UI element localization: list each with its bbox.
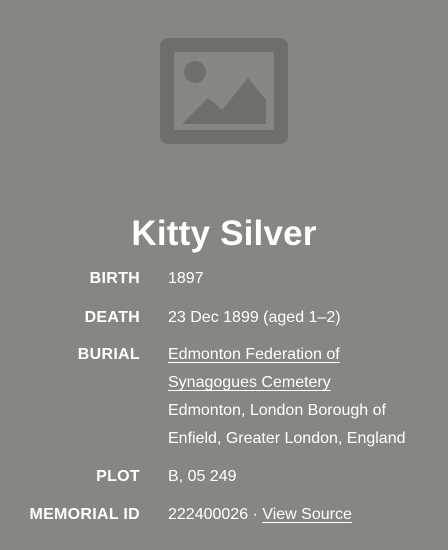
image-placeholder-icon[interactable] xyxy=(160,38,288,144)
burial-location-line1: Edmonton, London Borough of xyxy=(168,402,386,419)
memorial-id-value: 222400026 · View Source xyxy=(168,501,440,529)
burial-label: BURIAL xyxy=(77,346,140,363)
cemetery-link-line1[interactable]: Edmonton Federation of xyxy=(168,346,340,363)
plot-value: B, 05 249 xyxy=(168,468,237,485)
separator-dot: · xyxy=(252,506,258,523)
death-label: DEATH xyxy=(84,309,140,326)
memorial-id-number: 222400026 xyxy=(168,506,249,523)
burial-location-line2: Enfield, Greater London, England xyxy=(168,430,406,447)
cemetery-link-continued[interactable]: Synagogues Cemetery xyxy=(168,369,440,397)
cemetery-link-line2[interactable]: Synagogues Cemetery xyxy=(168,374,331,391)
birth-label: BIRTH xyxy=(89,270,140,287)
memorial-name: Kitty Silver xyxy=(131,214,317,253)
birth-value: 1897 xyxy=(168,270,204,287)
burial-value: Edmonton Federation of Synagogues Cemete… xyxy=(168,341,440,453)
cemetery-link[interactable]: Edmonton Federation of xyxy=(168,341,440,369)
plot-label: PLOT xyxy=(96,468,140,485)
death-value: 23 Dec 1899 (aged 1–2) xyxy=(168,309,341,326)
memorial-id-label: MEMORIAL ID xyxy=(29,506,140,523)
view-source-link[interactable]: View Source xyxy=(262,506,352,523)
